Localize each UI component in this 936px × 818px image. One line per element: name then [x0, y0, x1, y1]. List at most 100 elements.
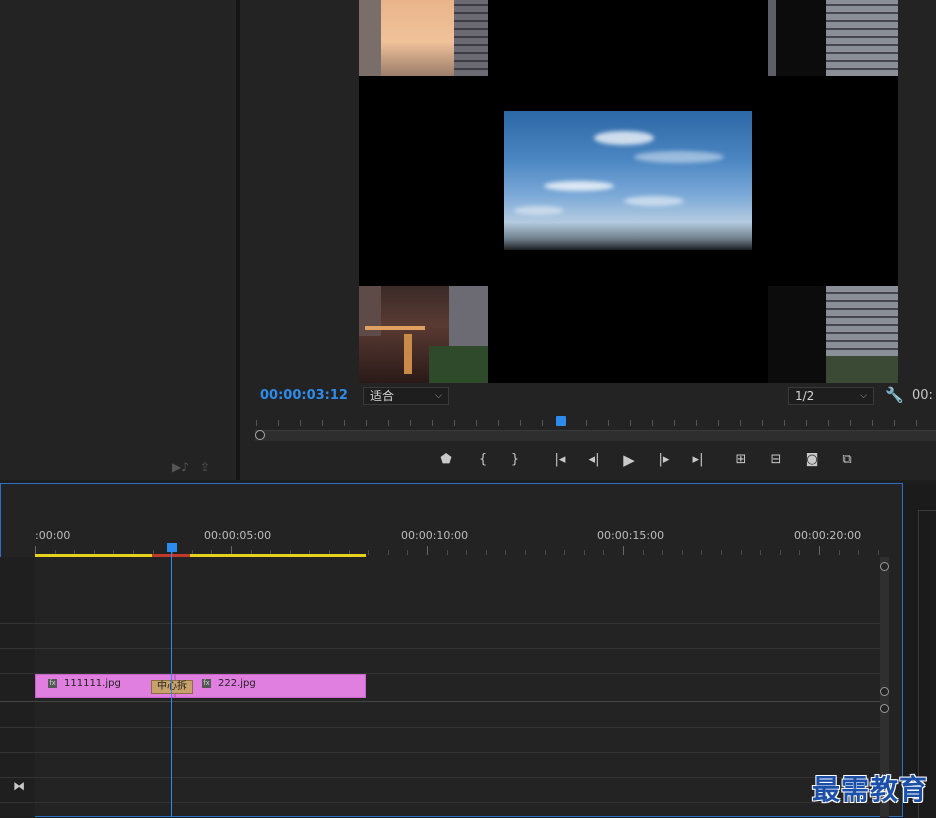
ruler-tick	[850, 420, 851, 426]
track-divider	[0, 648, 880, 649]
ruler-tick	[718, 420, 719, 426]
ruler-tick	[407, 550, 409, 555]
ruler-label: 00:00:20:00	[794, 529, 862, 542]
ruler-tick	[681, 550, 683, 555]
ruler-tick	[877, 550, 879, 555]
step-forward-icon[interactable]: |▸	[653, 450, 675, 470]
ruler-tick	[256, 420, 257, 426]
ruler-label: 00:00:05:00	[204, 529, 272, 542]
ruler-tick	[586, 420, 587, 426]
ruler-tick	[696, 420, 697, 426]
ruler-tick	[322, 420, 323, 426]
track-divider	[0, 623, 880, 624]
ruler-tick	[300, 420, 301, 426]
clip-name: 111111.jpg	[64, 678, 121, 689]
resolution-select[interactable]: 1/2 ⌵	[788, 387, 874, 405]
project-panel: ▶♪ ⇪	[0, 0, 236, 480]
camera-icon[interactable]: ◙	[801, 450, 823, 470]
ruler-tick	[583, 550, 585, 555]
track-divider	[0, 701, 880, 702]
clip-222[interactable]: fx 222.jpg	[175, 674, 366, 698]
ruler-tick	[799, 550, 801, 555]
ruler-tick	[894, 420, 895, 426]
fx-icon: fx	[202, 679, 211, 688]
resolution-select-value: 1/2	[795, 389, 815, 403]
video-tile-bottom-left	[359, 286, 488, 383]
ruler-tick	[520, 420, 521, 426]
ruler-tick	[784, 420, 785, 426]
extract-icon[interactable]: ⊟	[765, 450, 787, 470]
comparison-icon[interactable]: ⧉	[836, 450, 858, 470]
go-to-in-icon[interactable]: |◂	[549, 450, 571, 470]
wrench-icon[interactable]: 🔧	[885, 386, 904, 404]
ruler-tick	[740, 420, 741, 426]
chevron-down-icon: ⌵	[435, 391, 442, 401]
play-icon[interactable]: ▶	[618, 450, 640, 470]
ruler-tick	[819, 546, 820, 555]
ruler-tick	[762, 420, 763, 426]
mark-out-icon[interactable]: }	[504, 450, 526, 470]
mark-in-icon[interactable]: {	[472, 450, 494, 470]
track-divider	[0, 727, 880, 728]
step-back-icon[interactable]: ◂|	[583, 450, 605, 470]
lift-icon[interactable]: ⊞	[730, 450, 752, 470]
video-tile-bottom-right	[768, 286, 898, 383]
ruler-tick	[642, 550, 644, 555]
ruler-tick	[466, 550, 468, 555]
ruler-tick	[674, 420, 675, 426]
insert-icon[interactable]: ▶♪	[172, 460, 189, 474]
zoom-scrollbar-handle[interactable]	[255, 430, 265, 440]
zoom-select-value: 适合	[370, 389, 395, 403]
snap-icon[interactable]: ⧓	[13, 779, 25, 793]
ruler-tick	[427, 546, 428, 555]
ruler-label: 00:00:15:00	[597, 529, 665, 542]
ruler-tick	[838, 550, 840, 555]
ruler-tick	[740, 550, 742, 555]
timeline-playhead[interactable]	[167, 543, 177, 552]
monitor-playhead[interactable]	[556, 416, 566, 426]
scrollbar-handle[interactable]	[880, 687, 889, 696]
video-tile-top-right	[768, 0, 898, 76]
track-headers	[0, 557, 35, 817]
program-monitor-video	[359, 0, 898, 383]
video-center-sky	[504, 111, 752, 250]
work-area-bar[interactable]	[35, 554, 366, 557]
zoom-select[interactable]: 适合 ⌵	[363, 387, 449, 405]
ruler-tick	[525, 550, 526, 555]
scrollbar-handle[interactable]	[880, 704, 889, 713]
ruler-tick	[916, 420, 917, 426]
zoom-scrollbar[interactable]	[255, 430, 936, 441]
ruler-tick	[662, 550, 664, 555]
ruler-tick	[278, 420, 279, 426]
ruler-tick	[432, 420, 433, 426]
ruler-tick	[564, 550, 566, 555]
ruler-tick	[806, 420, 807, 426]
track-divider	[0, 777, 880, 778]
ruler-tick	[498, 420, 499, 426]
ruler-tick	[485, 550, 487, 555]
go-to-out-icon[interactable]: ▸|	[687, 450, 709, 470]
ruler-tick	[476, 420, 477, 426]
ruler-tick	[410, 420, 411, 426]
ruler-tick	[760, 550, 762, 555]
track-divider	[0, 752, 880, 753]
ruler-tick	[387, 550, 389, 555]
duration-timecode: 00:	[912, 388, 933, 403]
overwrite-icon[interactable]: ⇪	[200, 460, 210, 474]
transition-effect[interactable]: 中心拆	[151, 680, 193, 694]
ruler-tick	[542, 420, 543, 426]
ruler-tick	[603, 550, 605, 555]
ruler-tick	[701, 550, 703, 555]
fx-icon: fx	[48, 679, 57, 688]
watermark-logo: 最需教育	[812, 773, 929, 806]
ruler-tick	[366, 420, 367, 426]
playhead-timecode[interactable]: 00:00:03:12	[260, 388, 348, 403]
scrollbar-handle[interactable]	[880, 562, 889, 571]
ruler-tick	[505, 550, 507, 555]
ruler-tick	[623, 546, 624, 555]
ruler-tick	[454, 420, 455, 426]
playhead-line	[171, 552, 172, 817]
ruler-tick	[721, 550, 722, 555]
ruler-tick	[446, 550, 448, 555]
marker-icon[interactable]: ⬟	[435, 450, 457, 470]
